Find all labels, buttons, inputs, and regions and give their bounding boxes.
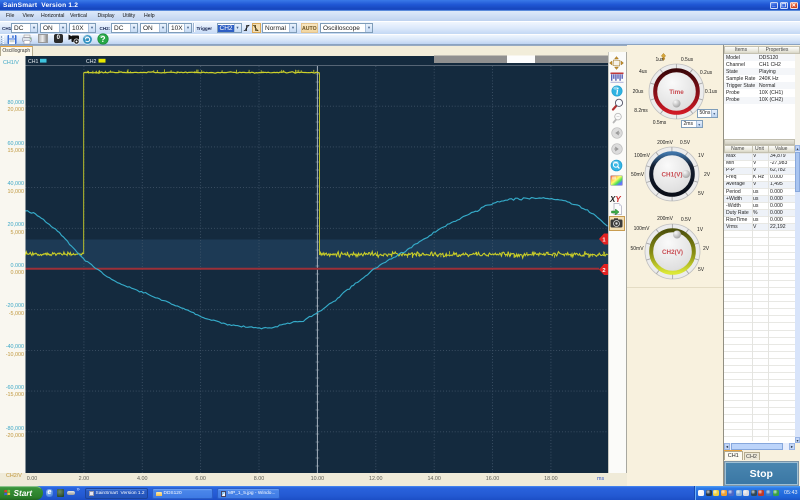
svg-text:Time: Time (669, 89, 684, 96)
svg-text:CH1: CH1 (28, 59, 38, 65)
svg-text:CH2(V): CH2(V) (662, 249, 683, 256)
svg-text:CH1(V): CH1(V) (662, 171, 683, 178)
svg-text:CH2: CH2 (86, 59, 96, 65)
svg-text:2: 2 (602, 268, 605, 274)
svg-text:Start: Start (14, 489, 33, 498)
